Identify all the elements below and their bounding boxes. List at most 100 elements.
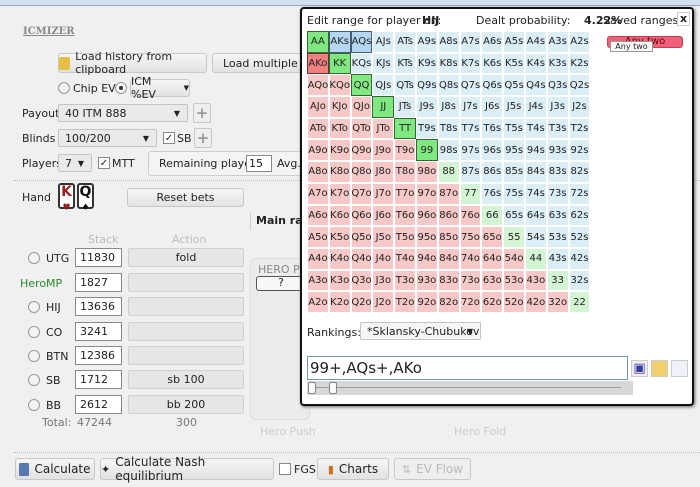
hero-select-radio[interactable] [28,252,40,264]
hand-cell[interactable]: 83o [437,269,460,292]
chip-ev-radio[interactable] [58,82,70,94]
hand-cell[interactable]: 55 [503,226,525,248]
hand-cell[interactable]: Q7s [459,74,482,97]
hand-cell[interactable]: 85s [503,161,525,183]
slider-handle-max[interactable] [329,382,337,394]
hand-cell[interactable]: KTo [328,117,351,140]
hand-cell[interactable]: Q9o [350,139,373,162]
hand-cell[interactable]: K5o [328,226,351,248]
hand-cell[interactable]: KQo [328,74,351,97]
hand-cell[interactable]: QTs [394,74,416,97]
hand-cell[interactable]: QJs [372,74,395,97]
hand-cell[interactable]: 22 [568,291,591,313]
hand-cell[interactable]: 52s [568,226,591,248]
action-button[interactable] [128,322,244,341]
hero-select-radio[interactable] [28,326,40,338]
hand-cell[interactable]: T6s [481,117,504,140]
hand-cell[interactable]: Q2s [568,74,591,97]
hand-cell[interactable]: J2o [372,291,395,313]
hand-cell[interactable]: AJs [372,31,395,53]
hand-cell[interactable]: K2o [328,291,351,313]
hand-cell[interactable]: 98s [437,139,460,162]
hand-cell[interactable]: T9s [415,117,438,140]
hand-cell[interactable]: 95s [503,139,525,162]
hand-cell[interactable]: T8s [437,117,460,140]
hand-cell[interactable]: Q8o [350,161,373,183]
hand-cell[interactable]: A9s [415,31,438,53]
hand-cell[interactable]: J8o [372,161,395,183]
hand-cell[interactable]: 66 [481,204,504,227]
stack-input[interactable]: 3241 [75,322,122,341]
hand-cell[interactable]: J3o [372,269,395,292]
hand-cell[interactable]: 77 [459,182,482,205]
hand-cell[interactable]: 85o [437,226,460,248]
hand-cell[interactable]: Q8s [437,74,460,97]
hand-cell[interactable]: K2s [568,52,591,75]
hand-cell[interactable]: J5o [372,226,395,248]
charts-button[interactable]: ▮ Charts [317,458,389,480]
hand-cell[interactable]: Q6o [350,204,373,227]
hand-cell[interactable]: A8o [307,161,329,183]
hand-cell[interactable]: A9o [307,139,329,162]
hand-cell[interactable]: 65s [503,204,525,227]
calculate-nash-button[interactable]: ✦ Calculate Nash equilibrium [100,455,274,483]
hand-cell[interactable]: 62s [568,204,591,227]
hand-cell[interactable]: 93o [415,269,438,292]
hand-cell[interactable]: 63o [481,269,504,292]
hand-cell[interactable]: JTs [394,96,416,118]
hand-cell[interactable]: 42s [568,247,591,270]
hand-cell[interactable]: 64s [524,204,547,227]
hand-cell[interactable]: A3o [307,269,329,292]
hand-cell[interactable]: T3s [546,117,569,140]
hand-cell[interactable]: T2s [568,117,591,140]
hand-cell[interactable]: 32o [546,291,569,313]
hand-cell[interactable]: A6o [307,204,329,227]
hand-cell[interactable]: A5s [503,31,525,53]
hand-cell[interactable]: Q7o [350,182,373,205]
hand-cell[interactable]: A2s [568,31,591,53]
stack-input[interactable]: 11830 [75,248,122,267]
hand-cell[interactable]: K6s [481,52,504,75]
hand-cell[interactable]: 76s [481,182,504,205]
hand-cell[interactable]: 73o [459,269,482,292]
payout-select[interactable]: 40 ITM 888 ▼ [58,104,188,122]
hand-cell[interactable]: 87o [437,182,460,205]
hand-cell[interactable]: JJ [372,96,395,118]
remaining-players-spinner[interactable]: 15 [246,155,272,172]
hand-cell[interactable]: 84o [437,247,460,270]
hand-cell[interactable]: 63s [546,204,569,227]
hand-cell[interactable]: 32s [568,269,591,292]
hand-cell[interactable]: 73s [546,182,569,205]
players-select[interactable]: 7 ▼ [58,154,92,172]
hand-cell[interactable]: T8o [394,161,416,183]
close-button[interactable]: x [677,12,690,26]
hand-cell[interactable]: 92s [568,139,591,162]
hand-cell[interactable]: KJs [372,52,395,75]
mtt-checkbox[interactable]: ✓ [98,157,110,169]
hand-cell[interactable]: T2o [394,291,416,313]
hand-cell[interactable]: 92o [415,291,438,313]
hand-cell[interactable]: AA [307,31,329,53]
hand-cell[interactable]: K4s [524,52,547,75]
hand-cell[interactable]: J2s [568,96,591,118]
hand-cell[interactable]: AKs [328,31,351,53]
stack-input[interactable]: 1827 [75,273,122,292]
hand-cell[interactable]: Q6s [481,74,504,97]
hand-cell[interactable]: QTo [350,117,373,140]
hand-cell[interactable]: K3o [328,269,351,292]
hand-cell[interactable]: K7s [459,52,482,75]
hand-cell[interactable]: K7o [328,182,351,205]
action-button[interactable] [128,297,244,316]
hand-cell[interactable]: 74o [459,247,482,270]
hand-cell[interactable]: 43o [524,269,547,292]
hand-cell[interactable]: 62o [481,291,504,313]
hand-cell[interactable]: J7o [372,182,395,205]
action-button[interactable]: fold [128,248,244,267]
hand-cell[interactable]: 64o [481,247,504,270]
icm-ev-radio[interactable] [115,82,127,94]
hand-cell[interactable]: K9s [415,52,438,75]
hand-cell[interactable]: 97s [459,139,482,162]
stack-input[interactable]: 1712 [75,370,122,389]
hand-cell[interactable]: 43s [546,247,569,270]
hand-cell[interactable]: 86o [437,204,460,227]
